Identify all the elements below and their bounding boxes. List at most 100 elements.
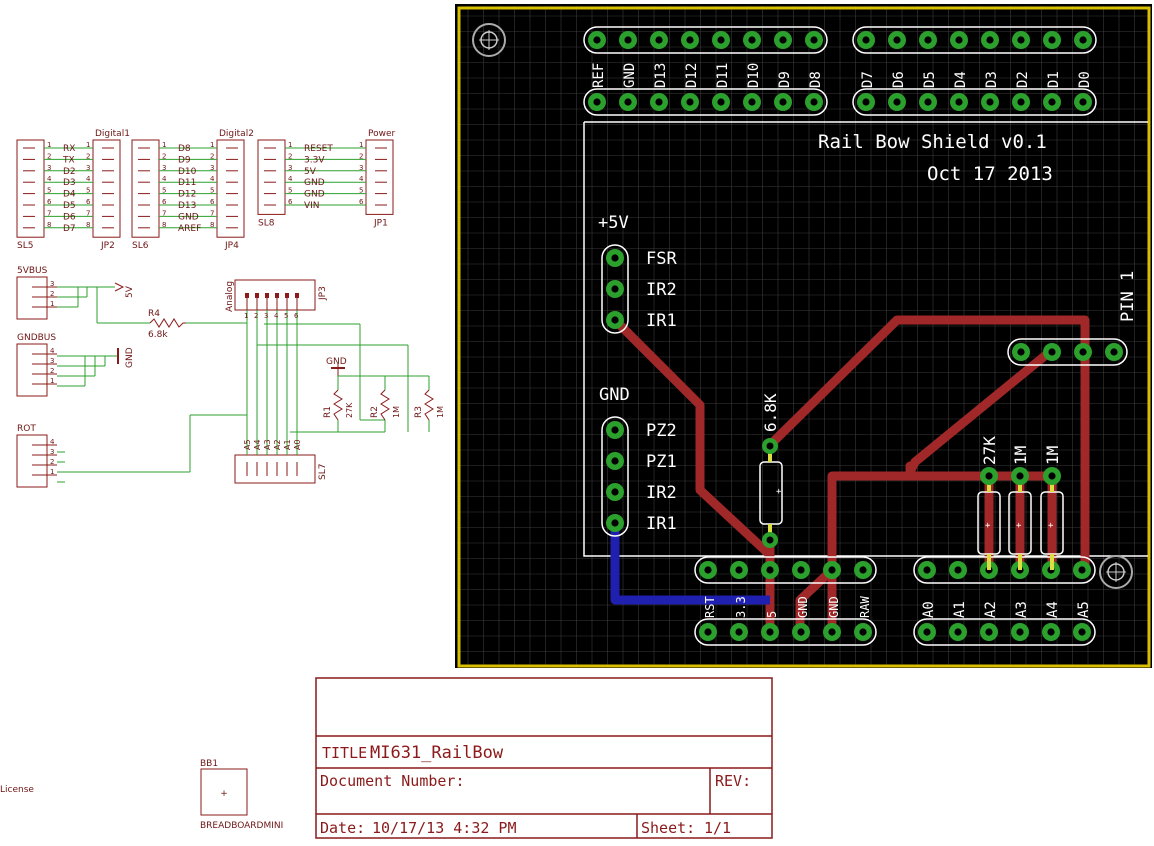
header-ref-left: SL6 (132, 241, 149, 251)
analog-pin-label: A5 (243, 439, 252, 450)
svg-text:+: + (985, 521, 991, 531)
analog-pin-label-pcb: A2 (983, 601, 999, 618)
pcb-resistor-label: 1M (1043, 446, 1062, 465)
bus-connectors: 5VBUS321GNDBUS4321ROT4321 (16, 266, 57, 488)
top-right-pin-label: D6 (891, 71, 907, 88)
pin-number: 7 (47, 209, 51, 217)
top-right-pin-label: D4 (953, 71, 969, 88)
svg-text:+: + (1048, 521, 1054, 531)
top-right-pin-label: D7 (860, 71, 876, 88)
5v-net-label: 5V (125, 285, 135, 298)
sensor-label: FSR (646, 249, 677, 269)
bb1-name: BB1 (200, 759, 218, 769)
title-frame-text: TITLE: MI631_RailBow Document Number: RE… (320, 743, 751, 837)
bb1-component: + BB1 BREADBOARDMINI (200, 759, 283, 831)
pin-number: 2 (47, 152, 51, 160)
top-left-pin-label: D12 (684, 63, 700, 88)
analog-header: Analog JP3 SL7 1 A5 2 A4 3 A3 4 A2 5 A1 6 A0 (225, 279, 328, 484)
bus-pin-number: 1 (50, 300, 54, 308)
rev-label: REV: (715, 772, 751, 790)
analog-pin-number: 2 (254, 312, 258, 320)
bus-pin-number: 1 (50, 468, 54, 476)
pin-number: 5 (47, 187, 51, 195)
bus-pin-number: 3 (50, 280, 54, 288)
signal-label: TX (62, 155, 75, 165)
pin-number: 8 (86, 221, 90, 229)
pin-number: 7 (86, 209, 90, 217)
top-right-pin-label: D2 (1015, 71, 1031, 88)
pin-number: 6 (288, 198, 293, 206)
signal-label: 5V (304, 167, 317, 177)
analog-pin-number: 5 (284, 312, 288, 320)
license-label: License (0, 785, 34, 795)
header-title: Power (368, 129, 396, 139)
pin-number: 1 (86, 141, 90, 149)
power-pin-label: RAW (858, 596, 872, 618)
signal-label: RX (63, 144, 75, 154)
resistor-value: 1M (392, 406, 401, 418)
bus-label: 5VBUS (17, 266, 48, 276)
pcb-board: REF GND D13 D12 D11 D10 D9 D8 D7 D6 D5 D4 D3 D2 D1 D0 RS… (455, 4, 1152, 668)
bus-label: ROT (17, 424, 36, 434)
analog-pin-number: 3 (264, 312, 268, 320)
bus-pin-number: 2 (50, 367, 54, 375)
top-left-pin-label: D13 (653, 63, 669, 88)
bus-pin-number: 2 (50, 290, 54, 298)
pin-number: 7 (210, 209, 214, 217)
title-label: TITLE: (322, 744, 376, 762)
signal-label: AREF (178, 224, 201, 234)
analog-pin-label: A1 (283, 439, 292, 450)
bb1-value: BREADBOARDMINI (200, 821, 283, 831)
top-left-pin-label: REF (591, 63, 607, 88)
pin-number: 4 (210, 175, 215, 183)
top-right-pin-label: D1 (1046, 71, 1062, 88)
signal-label: D5 (63, 201, 76, 211)
resistor-name: R3 (414, 406, 424, 418)
pin-number: 2 (86, 152, 90, 160)
signal-label: D6 (63, 212, 76, 222)
header-connectors: Digital1 SL5 JP2 1 1 RX 2 2 TX 3 3 D2 4 4 D3 5 5 D4 6 6 D5 7 7… (16, 129, 396, 251)
pin-number: 4 (359, 175, 364, 183)
signal-label: GND (178, 212, 199, 222)
signal-label: RESET (304, 144, 333, 154)
date-label: Date: (320, 819, 365, 837)
power-pin-label: GND (796, 596, 810, 618)
top-right-pin-label: D3 (984, 71, 1000, 88)
pin-number: 6 (359, 198, 364, 206)
top-left-pin-label: D9 (777, 71, 793, 88)
schematic-area: Digital1 SL5 JP2 1 1 RX 2 2 TX 3 3 D2 4 4 D3 5 5 D4 6 6 D5 7 7… (0, 129, 445, 831)
analog-resistors: GND R1 27K R2 1M R3 1M (257, 323, 445, 433)
pin-number: 3 (47, 164, 51, 172)
resistor-r2: R2 1M (370, 389, 401, 421)
sensor-label: IR1 (646, 514, 677, 534)
sensor-label: IR1 (646, 311, 677, 331)
pin-number: 4 (47, 175, 52, 183)
signal-label: 3.3V (304, 155, 325, 165)
bus-pin-number: 4 (50, 438, 55, 446)
pin-number: 5 (162, 187, 166, 195)
signal-label: D7 (63, 224, 76, 234)
analog-title: Analog (225, 281, 235, 312)
top-left-pin-label: D8 (808, 71, 824, 88)
r-6k8-label: 6.8K (761, 393, 780, 432)
signal-label: D10 (178, 167, 197, 177)
pin-number: 1 (47, 141, 51, 149)
analog-pin-label-pcb: A0 (921, 601, 937, 618)
resistor-value: 1M (436, 406, 445, 418)
plus5v-label: +5V (598, 213, 629, 233)
sheet-value: 1/1 (704, 819, 731, 837)
pin-number: 8 (162, 221, 166, 229)
pin-number: 6 (86, 198, 91, 206)
resistor-r3: R3 1M (414, 389, 445, 421)
power-pin-label: 3.3 (734, 596, 748, 618)
signal-label: D11 (178, 178, 196, 188)
power-pin-label: GND (827, 596, 841, 618)
pin-number: 1 (288, 141, 292, 149)
pin-number: 1 (359, 141, 363, 149)
sensor-label: PZ2 (646, 421, 677, 441)
bus-pin-number: 4 (50, 347, 55, 355)
bus-gndbus: GNDBUS 4 3 2 1 (16, 333, 57, 397)
schematic-header-3: Power SL8 JP1 1 1 RESET 2 2 3.3V 3 3 5V 4 4 GND 5 5 GND 6 6… (257, 129, 396, 228)
schematic-header-2: Digital2 SL6 JP4 1 1 D8 2 2 D9 3 3 D10 4 4 D11 5 5 D12 6 6 D… (131, 129, 254, 251)
pin-number: 6 (210, 198, 215, 206)
